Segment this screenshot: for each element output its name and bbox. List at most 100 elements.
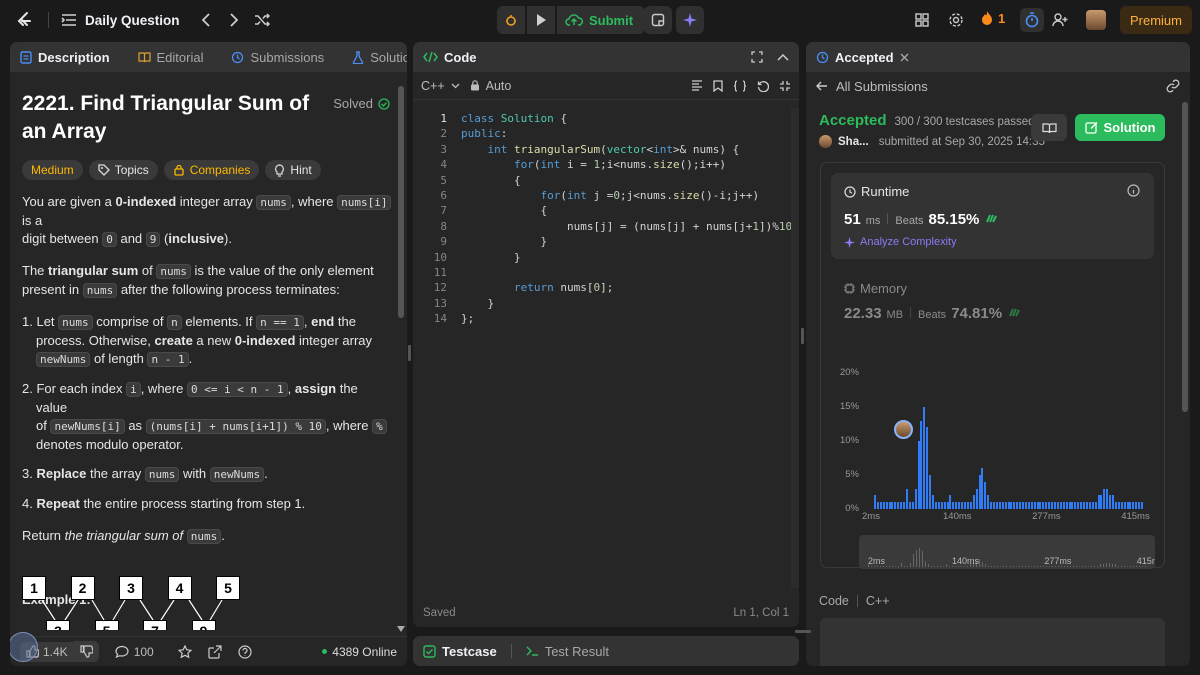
hint-button[interactable]: Hint <box>265 160 321 180</box>
analyze-complexity-link[interactable]: Analyze Complexity <box>844 236 957 248</box>
code-token: { <box>553 112 567 125</box>
editorial-book-button[interactable] <box>1031 114 1067 141</box>
run-button[interactable] <box>527 6 555 34</box>
share-icon[interactable] <box>208 644 222 659</box>
runtime-box[interactable]: Runtime 51 ms Beats 85.15% Analyze Compl… <box>831 173 1154 259</box>
beats-label: Beats <box>918 309 947 321</box>
ai-sparkle-icon[interactable] <box>676 6 704 34</box>
text-bold: create <box>154 333 193 348</box>
thumbs-down-icon[interactable] <box>73 641 99 662</box>
streak-counter[interactable]: 1 <box>980 10 1005 26</box>
language-select[interactable]: C++ <box>421 79 460 93</box>
star-icon[interactable] <box>177 644 192 659</box>
shuffle-icon[interactable] <box>248 13 276 27</box>
solution-button[interactable]: Solution <box>1075 114 1165 141</box>
description-scrollbar[interactable] <box>398 86 404 318</box>
prev-problem-icon[interactable] <box>192 13 220 27</box>
code-token: vector <box>606 142 647 156</box>
next-problem-icon[interactable] <box>220 13 248 27</box>
format-lines-icon[interactable] <box>691 80 703 91</box>
panel-resize-handle[interactable] <box>801 328 804 344</box>
tab-accepted[interactable]: Accepted <box>816 50 909 65</box>
chart-bar <box>932 495 935 509</box>
tab-code[interactable]: Code <box>423 50 477 65</box>
problem-list-icon[interactable] <box>59 13 79 27</box>
comments-button[interactable]: 100 <box>115 645 154 659</box>
chart-bar <box>937 502 940 509</box>
code-token: ])% <box>759 219 779 233</box>
fire-icon <box>982 11 992 25</box>
text-bold: 0-indexed <box>115 194 177 209</box>
text-bold: triangular sum <box>48 263 139 278</box>
timer-icon[interactable] <box>1020 8 1044 32</box>
tab-description[interactable]: Description <box>20 50 110 65</box>
chart-bar <box>1065 502 1068 509</box>
settings-gear-icon[interactable] <box>946 10 966 30</box>
auto-mode-label: Auto <box>485 78 512 93</box>
auto-mode[interactable]: Auto <box>470 78 512 93</box>
chart-bar <box>1085 502 1088 509</box>
link-icon[interactable] <box>1166 79 1180 93</box>
mini-chart-bar <box>940 565 942 567</box>
companies-button[interactable]: Companies <box>163 160 260 180</box>
example-box: 7 <box>143 620 167 630</box>
topics-label: Topics <box>114 163 149 177</box>
book-icon <box>137 52 151 63</box>
submitter-name[interactable]: Sha... <box>838 136 869 148</box>
mini-chart-bar <box>931 565 933 567</box>
submit-button[interactable]: Submit <box>557 6 646 34</box>
debug-button[interactable] <box>497 6 525 34</box>
tab-submissions[interactable]: Submissions <box>231 50 324 65</box>
online-status: 4389 Online <box>322 645 397 659</box>
notes-icon[interactable] <box>644 6 672 34</box>
memory-box[interactable]: Memory 22.33 MB Beats 74.81% <box>831 269 1154 329</box>
mini-chart-bar <box>1006 565 1008 567</box>
panel-resize-handle[interactable] <box>408 345 411 361</box>
info-icon[interactable] <box>1127 184 1140 197</box>
chart-bar <box>1135 502 1138 509</box>
tab-testcase[interactable]: Testcase <box>423 644 497 659</box>
collapse-chevron-icon[interactable] <box>777 53 789 61</box>
scroll-down-arrow-icon[interactable] <box>397 625 405 633</box>
text: , where <box>290 194 338 209</box>
fullscreen-exit-icon[interactable] <box>779 80 791 92</box>
line-number: 14 <box>433 312 447 326</box>
premium-button[interactable]: Premium <box>1120 6 1192 34</box>
chart-bar <box>943 502 946 509</box>
all-submissions-link[interactable]: All Submissions <box>836 79 928 94</box>
step-number: 3. <box>22 466 33 481</box>
runtime-distribution-chart[interactable]: 20% 15% 10% 5% 0% 2ms 140ms 277ms 415ms <box>821 359 1166 525</box>
mini-chart-bar <box>1093 565 1095 567</box>
layout-icon[interactable] <box>912 10 932 30</box>
close-icon[interactable] <box>900 53 909 62</box>
tab-solutions[interactable]: Solutions <box>352 50 407 65</box>
text: the <box>334 314 356 329</box>
step-2: 2. For each index i, where 0 <= i < n - … <box>22 380 392 454</box>
mini-x-tick-label: 2ms <box>868 556 886 566</box>
braces-icon[interactable] <box>733 79 747 92</box>
code-scrollbar[interactable] <box>791 108 799 588</box>
page-title[interactable]: Daily Question <box>85 13 180 28</box>
bookmark-icon[interactable] <box>713 79 723 92</box>
leetcode-logo-icon[interactable] <box>10 6 38 34</box>
add-friend-icon[interactable] <box>1048 8 1072 32</box>
mini-chart-bar <box>1033 565 1035 567</box>
help-icon[interactable] <box>238 644 252 659</box>
reset-icon[interactable] <box>757 80 769 92</box>
tab-editorial[interactable]: Editorial <box>137 50 203 65</box>
chart-range-slider[interactable]: 2ms 140ms 277ms 415ms <box>859 535 1155 569</box>
maximize-icon[interactable] <box>751 51 763 63</box>
panel-resize-handle[interactable] <box>795 630 811 633</box>
back-arrow-icon[interactable] <box>816 81 828 91</box>
result-scrollbar[interactable] <box>1182 102 1188 412</box>
tab-test-result[interactable]: Test Result <box>526 644 609 659</box>
code-line: public: <box>461 126 791 141</box>
topics-button[interactable]: Topics <box>88 160 158 180</box>
runtime-label: Runtime <box>861 184 910 199</box>
chart-bar <box>1114 502 1117 509</box>
code-token: } <box>461 296 495 310</box>
submitter-avatar[interactable] <box>819 135 832 148</box>
code-editor[interactable]: 1 2 3 4 5 6 7 8 9 10 11 12 13 14 class Solution {publ… <box>413 108 799 588</box>
avatar[interactable] <box>1086 10 1106 30</box>
